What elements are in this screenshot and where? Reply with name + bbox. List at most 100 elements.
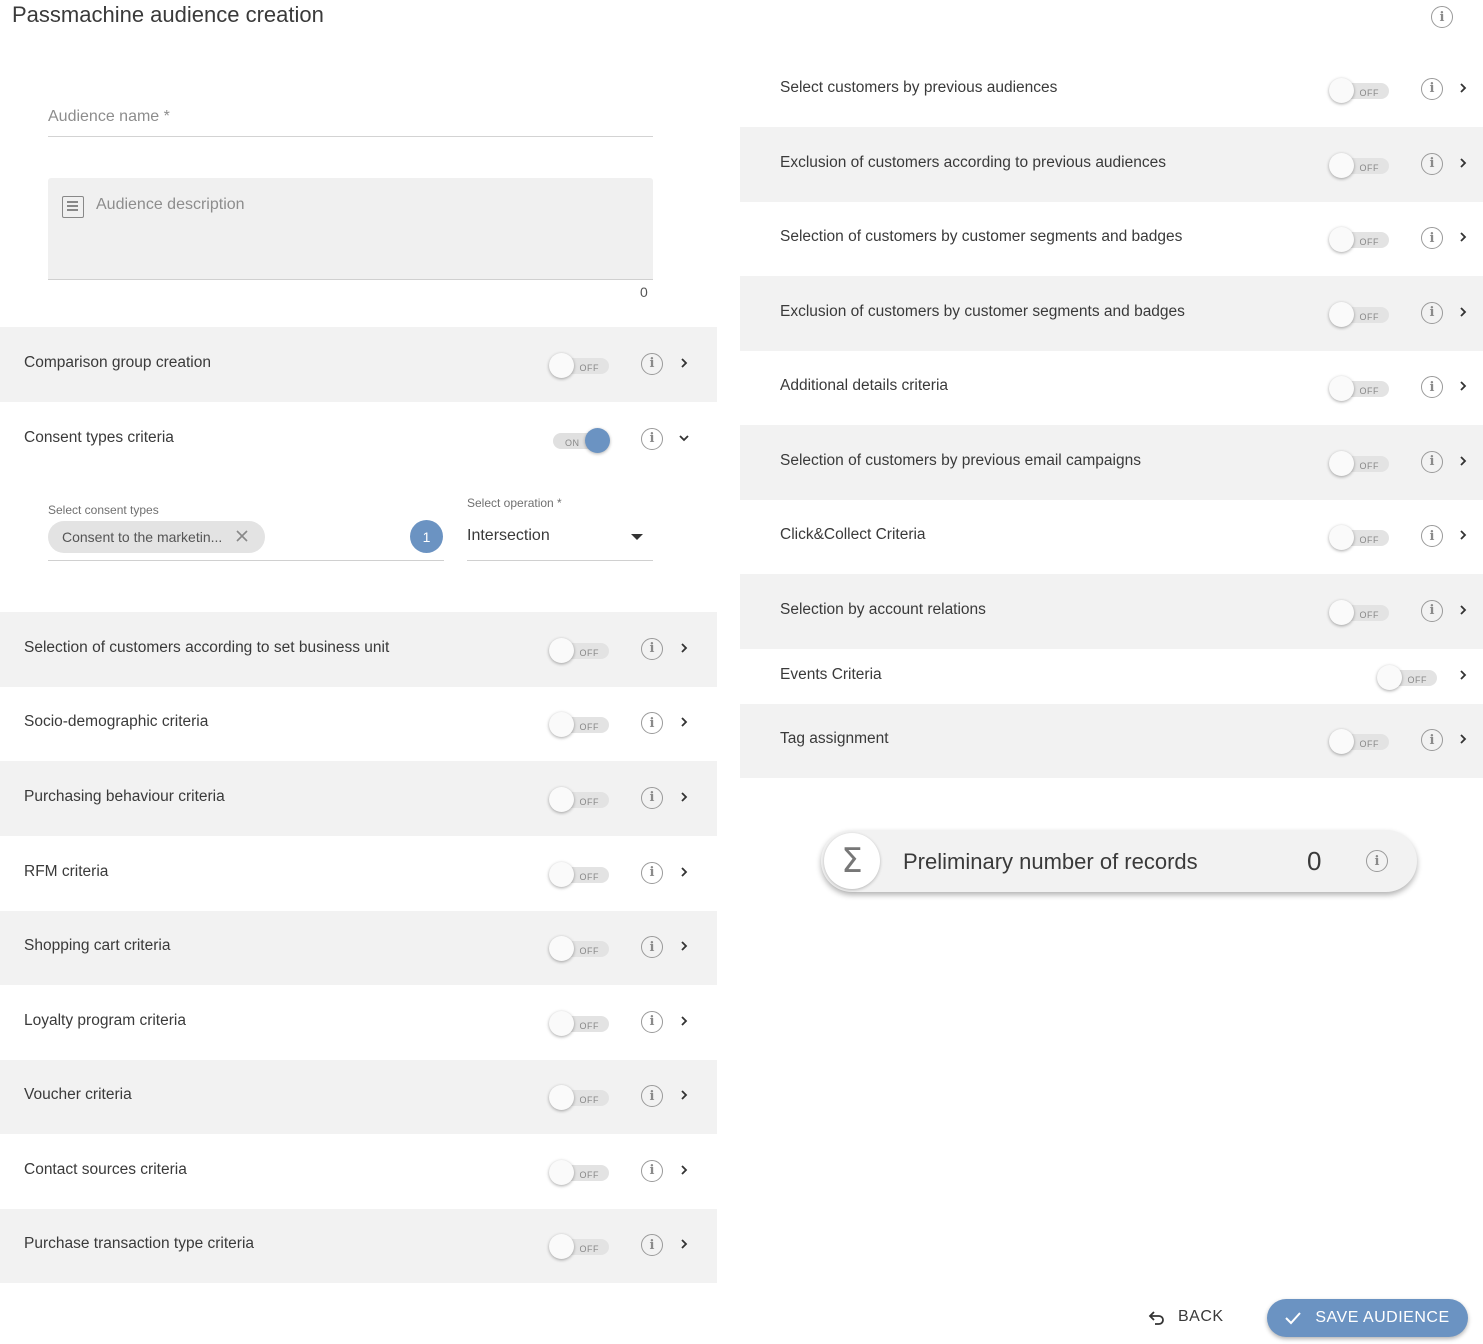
criteria-toggle[interactable]: OFF [1329,599,1389,625]
info-icon[interactable]: i [1421,77,1443,100]
criteria-row-exclusion-of-customers-by-customer-segments-and-badges[interactable]: Exclusion of customers by customer segme… [740,276,1483,351]
info-icon[interactable]: i [641,786,663,809]
chevron-right-icon[interactable] [1456,454,1470,468]
toggle-knob [549,1010,574,1036]
criteria-row-selection-by-account-relations[interactable]: Selection by account relations OFF i [740,574,1483,649]
criteria-toggle[interactable]: OFF [549,1234,609,1259]
chevron-right-icon[interactable] [677,715,691,729]
info-icon[interactable]: i [1421,729,1443,751]
info-icon[interactable]: i [1366,850,1388,872]
toggle-knob [549,1159,574,1185]
chevron-right-icon[interactable] [1456,305,1470,319]
criteria-label: Additional details criteria [780,377,949,394]
save-audience-button[interactable]: SAVE AUDIENCE [1267,1299,1468,1337]
sigma-icon: Σ [824,833,880,889]
criteria-toggle[interactable]: OFF [1329,301,1389,327]
chevron-right-icon[interactable] [677,356,691,370]
toggle-knob [549,1234,574,1259]
criteria-toggle[interactable]: OFF [549,352,609,378]
close-icon[interactable] [235,529,249,543]
info-icon[interactable]: i [1421,376,1443,398]
criteria-row-tag-assignment[interactable]: Tag assignment OFF i [740,704,1483,778]
chevron-right-icon[interactable] [677,641,691,655]
criteria-row-socio-demographic-criteria[interactable]: Socio-demographic criteria OFF i [0,687,717,761]
chevron-right-icon[interactable] [1456,603,1470,617]
criteria-toggle[interactable]: OFF [549,712,609,737]
chevron-right-icon[interactable] [677,865,691,879]
chevron-right-icon[interactable] [1456,81,1470,95]
criteria-toggle[interactable]: OFF [1329,227,1389,252]
criteria-row-consent-types-criteria[interactable]: Consent types criteria ON i [0,402,717,477]
info-icon[interactable]: i [641,1010,663,1033]
info-icon[interactable]: i [641,861,663,884]
operation-select[interactable]: Intersection [467,520,653,561]
criteria-toggle[interactable]: OFF [1329,729,1389,754]
chevron-right-icon[interactable] [677,1237,691,1251]
chevron-right-icon[interactable] [1456,379,1470,393]
info-icon[interactable]: i [641,1085,663,1107]
criteria-toggle[interactable]: OFF [549,1159,609,1185]
chevron-right-icon[interactable] [1456,528,1470,542]
criteria-row-loyalty-program-criteria[interactable]: Loyalty program criteria OFF i [0,985,717,1060]
info-icon[interactable]: i [641,1234,663,1256]
criteria-toggle[interactable]: OFF [549,936,609,961]
info-icon[interactable]: i [641,352,663,375]
criteria-row-shopping-cart-criteria[interactable]: Shopping cart criteria OFF i [0,911,717,985]
info-icon[interactable]: i [641,1159,663,1182]
info-icon[interactable]: i [641,712,663,734]
criteria-row-selection-of-customers-according-to-set-business-unit[interactable]: Selection of customers according to set … [0,612,717,687]
toggle-knob [1329,77,1354,103]
info-icon[interactable]: i [1421,599,1443,622]
criteria-toggle[interactable]: OFF [549,637,609,663]
page-info-icon[interactable]: i [1431,6,1453,28]
info-icon[interactable]: i [1421,525,1443,547]
toggle-knob [1329,301,1354,327]
criteria-row-purchase-transaction-type-criteria[interactable]: Purchase transaction type criteria OFF i [0,1209,717,1283]
criteria-toggle[interactable]: OFF [1329,450,1389,476]
info-icon[interactable]: i [1421,450,1443,473]
criteria-toggle[interactable]: OFF [1329,77,1389,103]
consent-type-chip[interactable]: Consent to the marketin... [48,521,265,553]
criteria-row-comparison-group-creation[interactable]: Comparison group creation OFF i [0,327,717,402]
criteria-row-voucher-criteria[interactable]: Voucher criteria OFF i [0,1060,717,1134]
chevron-right-icon[interactable] [1456,732,1470,746]
info-icon[interactable]: i [641,427,663,450]
criteria-row-click-collect-criteria[interactable]: Click&Collect Criteria OFF i [740,500,1483,574]
criteria-toggle[interactable]: OFF [1329,376,1389,401]
chevron-right-icon[interactable] [1456,668,1470,682]
criteria-toggle[interactable]: OFF [1377,664,1437,690]
criteria-toggle[interactable]: OFF [1329,525,1389,550]
chevron-right-icon[interactable] [677,1014,691,1028]
info-icon[interactable]: i [1421,301,1443,324]
criteria-row-exclusion-of-customers-according-to-previous-audiences[interactable]: Exclusion of customers according to prev… [740,127,1483,202]
criteria-toggle[interactable]: OFF [1329,152,1389,178]
chevron-right-icon[interactable] [677,1088,691,1102]
info-icon[interactable]: i [641,936,663,958]
chevron-right-icon[interactable] [677,939,691,953]
criteria-row-selection-of-customers-by-customer-segments-and-badges[interactable]: Selection of customers by customer segme… [740,202,1483,276]
audience-description-input[interactable] [96,196,636,266]
chevron-right-icon[interactable] [677,790,691,804]
chevron-right-icon[interactable] [677,1163,691,1177]
criteria-row-selection-of-customers-by-previous-email-campaigns[interactable]: Selection of customers by previous email… [740,425,1483,500]
criteria-row-additional-details-criteria[interactable]: Additional details criteria OFF i [740,351,1483,425]
criteria-toggle[interactable]: ON [549,427,610,453]
criteria-toggle[interactable]: OFF [549,1010,609,1036]
info-icon[interactable]: i [641,637,663,660]
criteria-toggle[interactable]: OFF [549,786,609,812]
info-icon[interactable]: i [1421,227,1443,249]
chevron-right-icon[interactable] [1456,156,1470,170]
chevron-right-icon[interactable] [1456,230,1470,244]
info-icon[interactable]: i [1421,152,1443,175]
criteria-row-events-criteria[interactable]: Events Criteria OFF [740,649,1483,704]
back-button[interactable]: BACK [1148,1300,1224,1334]
criteria-label: Shopping cart criteria [24,937,171,954]
criteria-row-rfm-criteria[interactable]: RFM criteria OFF i [0,836,717,911]
criteria-row-contact-sources-criteria[interactable]: Contact sources criteria OFF i [0,1134,717,1209]
audience-name-input[interactable] [48,92,653,136]
criteria-toggle[interactable]: OFF [549,861,609,887]
criteria-row-purchasing-behaviour-criteria[interactable]: Purchasing behaviour criteria OFF i [0,761,717,836]
chevron-down-icon[interactable] [677,431,691,445]
criteria-row-select-customers-by-previous-audiences[interactable]: Select customers by previous audiences OF… [740,52,1483,127]
criteria-toggle[interactable]: OFF [549,1085,609,1110]
